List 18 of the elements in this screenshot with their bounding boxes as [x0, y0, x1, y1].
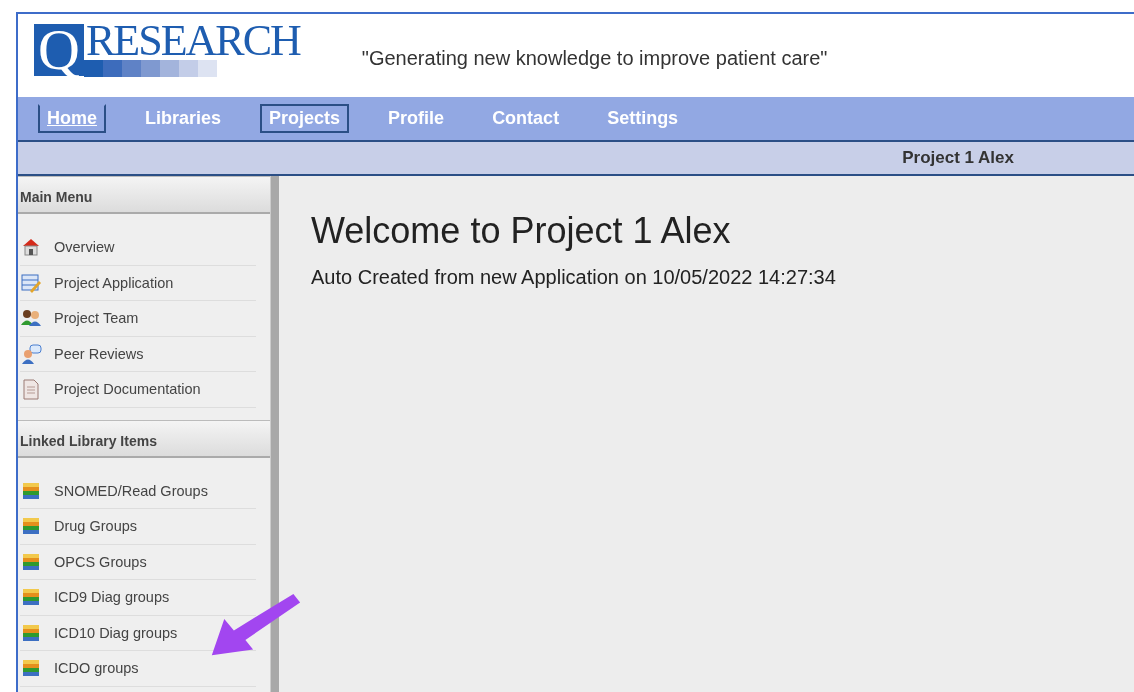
sidebar-item[interactable]: OPCS Groups	[20, 544, 256, 580]
section-header: Linked Library Items	[18, 419, 270, 458]
form-icon	[20, 271, 42, 294]
page-subtitle: Auto Created from new Application on 10/05/2022 14:27:34	[311, 266, 837, 289]
sidebar-item[interactable]: Overview	[20, 230, 256, 266]
sidebar-item[interactable]: Project Application	[20, 265, 256, 301]
section-header: Main Menu	[18, 176, 270, 214]
tagline: "Generating new knowledge to improve patient care"	[361, 47, 828, 70]
sidebar-item[interactable]: ICD9 Diag groups	[20, 580, 256, 616]
page-heading: Welcome to Project 1 Alex	[311, 210, 732, 252]
sidebar-item[interactable]: Project Team	[20, 301, 256, 337]
sidebar-item[interactable]: Drug Groups	[20, 509, 256, 545]
sidebar-item[interactable]: SNOMED/Read Groups	[20, 473, 256, 509]
person-speech-icon	[20, 342, 42, 365]
project-name: Project 1 Alex	[902, 148, 1014, 168]
splitter-bar[interactable]	[270, 176, 279, 692]
sidebar-item[interactable]: Project Documentation	[20, 372, 256, 408]
sidebar-item[interactable]: Peer Reviews	[20, 336, 256, 372]
